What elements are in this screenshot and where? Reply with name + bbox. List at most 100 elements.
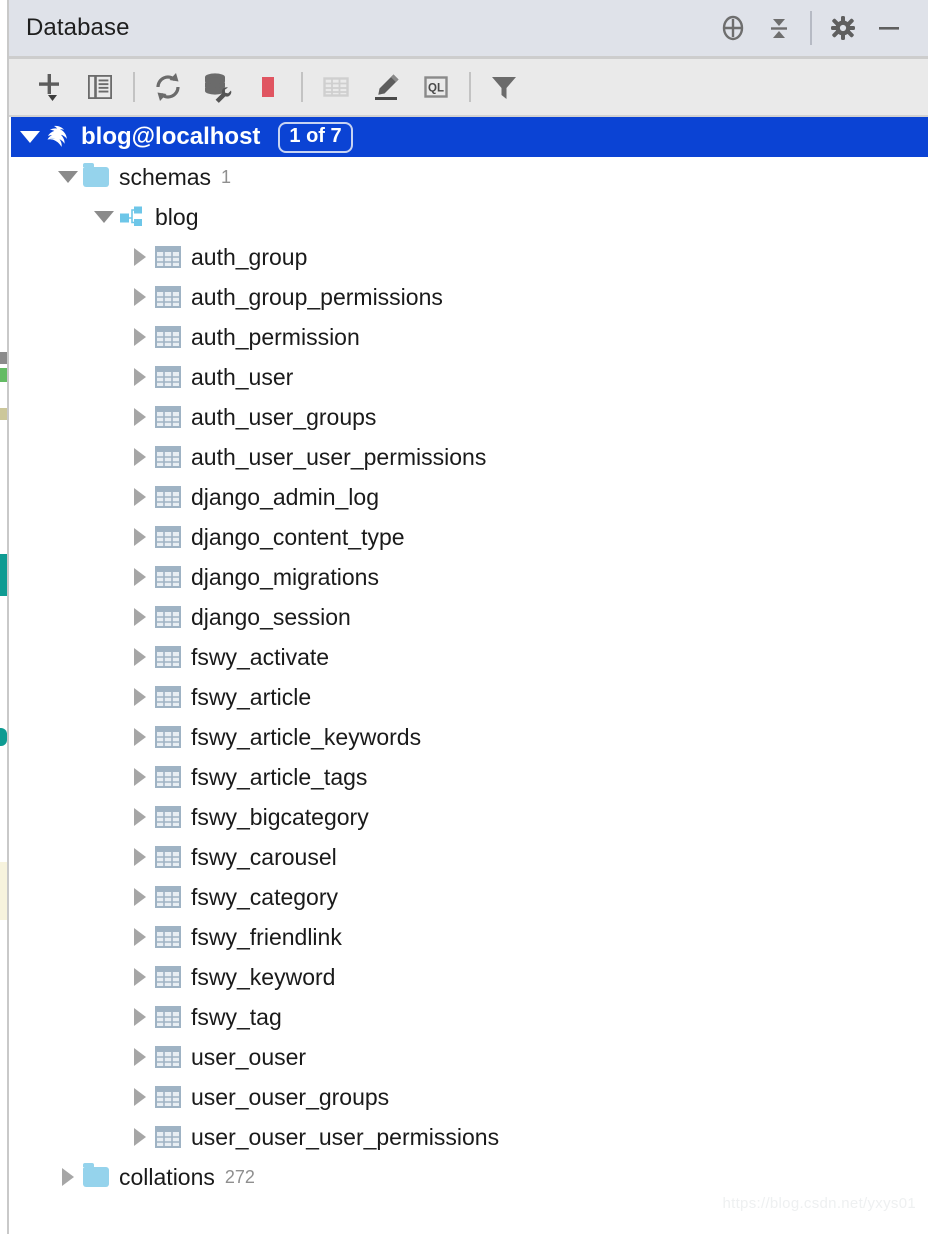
chevron-right-icon[interactable] [127,768,153,786]
tree-node-table[interactable]: django_session [11,597,928,637]
chevron-down-icon[interactable] [55,171,81,183]
gutter-mark-khaki [0,408,7,420]
chevron-right-icon[interactable] [127,248,153,266]
table-icon [153,846,183,868]
chevron-right-icon[interactable] [127,648,153,666]
header-separator [810,11,812,45]
table-icon [153,246,183,268]
chevron-down-icon[interactable] [91,211,117,223]
tree-node-table[interactable]: fswy_bigcategory [11,797,928,837]
table-icon [153,326,183,348]
tree-node-table[interactable]: auth_group [11,237,928,277]
tree-node-table[interactable]: fswy_article [11,677,928,717]
chevron-right-icon[interactable] [127,808,153,826]
table-icon [153,806,183,828]
table-label: fswy_keyword [191,963,336,990]
chevron-right-icon[interactable] [127,568,153,586]
chevron-right-icon[interactable] [127,608,153,626]
chevron-right-icon[interactable] [127,368,153,386]
tree-node-table[interactable]: user_ouser_groups [11,1077,928,1117]
chevron-down-icon[interactable] [17,131,43,143]
collapse-all-icon[interactable] [756,0,802,56]
tree-node-table[interactable]: fswy_activate [11,637,928,677]
tree-node-table[interactable]: fswy_friendlink [11,917,928,957]
table-icon [153,886,183,908]
locate-icon[interactable] [710,0,756,56]
collations-count: 272 [224,1166,255,1187]
chevron-right-icon[interactable] [127,488,153,506]
tree-node-collations[interactable]: collations 272 [11,1157,928,1197]
chevron-right-icon[interactable] [127,328,153,346]
modify-icon[interactable] [361,64,411,110]
table-label: fswy_activate [191,643,330,670]
tree-node-table[interactable]: fswy_article_keywords [11,717,928,757]
chevron-right-icon[interactable] [127,1088,153,1106]
table-label: fswy_friendlink [191,923,342,950]
tree-node-schema-blog[interactable]: blog [11,197,928,237]
tree-node-table[interactable]: fswy_category [11,877,928,917]
tree-node-connection[interactable]: blog@localhost 1 of 7 [11,117,928,157]
add-icon[interactable] [25,64,75,110]
table-label: django_admin_log [191,483,379,510]
tree-node-table[interactable]: auth_user_user_permissions [11,437,928,477]
chevron-right-icon[interactable] [127,848,153,866]
database-toolbar: QL [9,59,928,117]
table-icon [153,1046,183,1068]
tree-node-table[interactable]: user_ouser [11,1037,928,1077]
table-icon [153,686,183,708]
minimize-icon[interactable] [866,0,912,56]
table-icon [153,446,183,468]
chevron-right-icon[interactable] [127,448,153,466]
chevron-right-icon[interactable] [127,688,153,706]
tool-window-header: Database [9,0,928,59]
chevron-right-icon[interactable] [127,288,153,306]
tree-node-table[interactable]: user_ouser_user_permissions [11,1117,928,1157]
chevron-right-icon[interactable] [127,1008,153,1026]
tree-node-table[interactable]: auth_permission [11,317,928,357]
stop-icon[interactable] [243,64,293,110]
chevron-right-icon[interactable] [127,728,153,746]
table-label: user_ouser_groups [191,1083,390,1110]
tree-node-table[interactable]: fswy_tag [11,997,928,1037]
chevron-right-icon[interactable] [127,408,153,426]
header-actions [710,0,928,56]
database-tree[interactable]: blog@localhost 1 of 7 schemas 1 blog aut… [11,117,928,1234]
tree-node-table[interactable]: auth_user [11,357,928,397]
tree-node-table[interactable]: fswy_carousel [11,837,928,877]
table-icon [153,726,183,748]
chevron-right-icon[interactable] [127,928,153,946]
tree-node-table[interactable]: django_migrations [11,557,928,597]
table-label: auth_permission [191,323,360,350]
table-editor-icon[interactable] [311,64,361,110]
table-icon [153,926,183,948]
query-console-icon[interactable]: QL [411,64,461,110]
tree-node-table[interactable]: fswy_keyword [11,957,928,997]
chevron-right-icon[interactable] [127,888,153,906]
filter-icon[interactable] [479,64,529,110]
chevron-right-icon[interactable] [127,1128,153,1146]
tree-node-table[interactable]: auth_user_groups [11,397,928,437]
chevron-right-icon[interactable] [55,1168,81,1186]
tree-node-table[interactable]: django_content_type [11,517,928,557]
gear-icon[interactable] [820,0,866,56]
table-label: auth_user_groups [191,403,377,430]
svg-text:QL: QL [428,83,444,95]
copy-icon[interactable] [75,64,125,110]
table-label: fswy_carousel [191,843,337,870]
db-properties-icon[interactable] [193,64,243,110]
tree-node-table[interactable]: django_admin_log [11,477,928,517]
refresh-icon[interactable] [143,64,193,110]
tree-node-table[interactable]: auth_group_permissions [11,277,928,317]
table-list: auth_group auth_group_permissions auth_per… [11,237,928,1157]
table-label: auth_group_permissions [191,283,443,310]
table-label: fswy_tag [191,1003,282,1030]
chevron-right-icon[interactable] [127,1048,153,1066]
gutter-mark-teal-2 [0,728,7,746]
tree-node-schemas[interactable]: schemas 1 [11,157,928,197]
table-label: user_ouser [191,1043,307,1070]
chevron-right-icon[interactable] [127,528,153,546]
table-icon [153,406,183,428]
schemas-label: schemas [119,163,212,190]
chevron-right-icon[interactable] [127,968,153,986]
tree-node-table[interactable]: fswy_article_tags [11,757,928,797]
